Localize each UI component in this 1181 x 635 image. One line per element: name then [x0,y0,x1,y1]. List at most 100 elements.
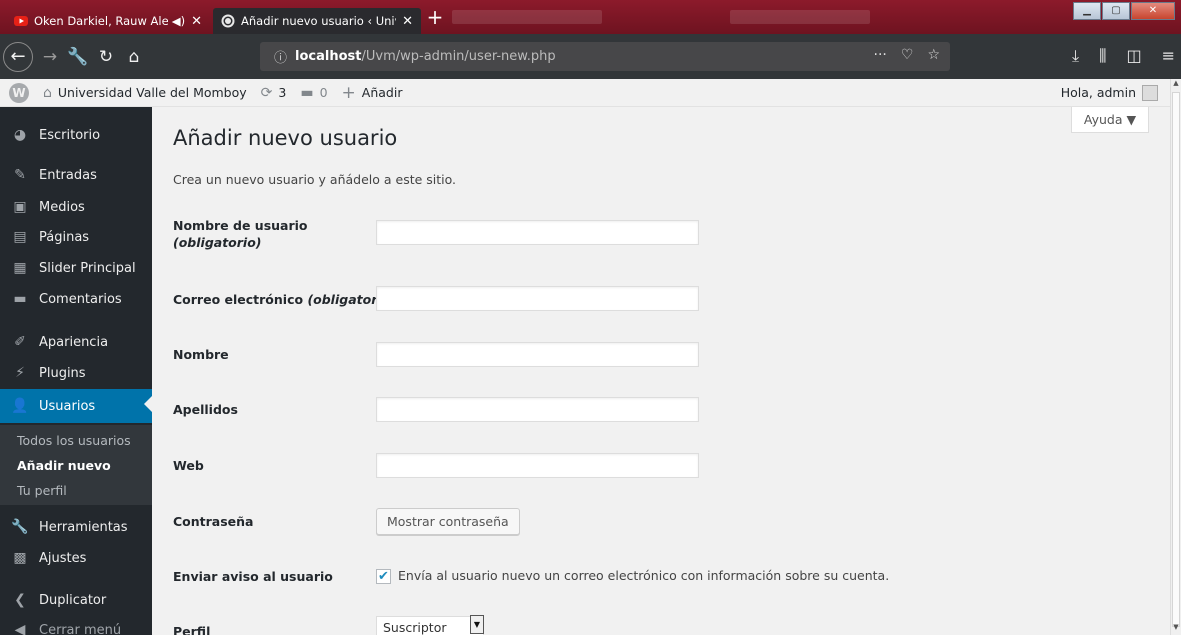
username-label: Nombre de usuario (obligatorio) [173,217,308,251]
admin-sidebar: ◕ Escritorio ✎ Entradas ▣ Medios ▤ Págin… [0,107,152,635]
reload-button[interactable]: ↻ [95,46,117,68]
comments-count: 0 [319,85,328,100]
page-actions-icon[interactable]: ··· [874,47,887,63]
tab-add-user[interactable]: Añadir nuevo usuario ‹ Univers ✕ [213,8,421,34]
bookmark-star-icon[interactable]: ☆ [927,47,940,63]
scrollbar-thumb[interactable] [1172,92,1180,627]
page-scrollbar[interactable]: ▲ ▼ [1170,79,1181,635]
sidebar-item-escritorio[interactable]: ◕ Escritorio [0,120,152,150]
tab-youtube[interactable]: Oken Darkiel, Rauw Alejand ◀) ✕ [6,8,210,34]
notify-user-checkbox-label[interactable]: Envía al usuario nuevo un correo electró… [398,568,889,583]
scroll-up-arrow-icon[interactable]: ▲ [1171,79,1181,91]
back-button[interactable]: ← [3,41,33,72]
sidebar-item-paginas[interactable]: ▤ Páginas [0,222,152,252]
comments-link[interactable]: ▬ 0 [300,85,327,101]
maximize-button[interactable]: ▢ [1102,2,1130,20]
new-content-label: Añadir [361,85,403,100]
scroll-down-arrow-icon[interactable]: ▼ [1171,623,1181,635]
menu-hamburger-icon[interactable]: ≡ [1162,46,1175,66]
chevron-down-icon[interactable]: ▼ [470,615,484,634]
role-select-value: Suscriptor [383,620,447,635]
dashboard-icon: ◕ [13,127,27,143]
wrench-icon[interactable]: 🔧 [67,46,89,68]
sidebar-item-label: Comentarios [39,291,122,307]
username-required-note: (obligatorio) [173,235,262,250]
new-content-link[interactable]: + Añadir [342,83,403,103]
collapse-icon: ◀ [14,622,26,635]
sidebar-item-plugins[interactable]: ⚡ Plugins [0,358,152,388]
download-icon[interactable]: ⤓ [1072,46,1079,66]
avatar [1142,84,1158,101]
sidebar-item-label: Apariencia [39,334,109,350]
new-tab-button[interactable]: + [424,6,446,30]
window-controls: ▁ ▢ ✕ [1072,2,1175,20]
duplicator-icon: ❮ [14,592,26,608]
sidebar-item-collapse[interactable]: ◀ Cerrar menú [0,615,152,635]
help-tab-button[interactable]: Ayuda ▼ [1071,107,1149,133]
sidebar-item-label: Herramientas [39,519,128,535]
site-name: Universidad Valle del Momboy [57,85,247,100]
page-title: Añadir nuevo usuario [173,126,398,150]
password-label: Contraseña [173,514,254,529]
submenu-item-add-new[interactable]: Añadir nuevo [17,458,111,473]
account-menu[interactable]: Hola, admin [1061,84,1158,101]
last-name-input[interactable] [376,397,699,422]
home-button[interactable]: ⌂ [123,46,145,68]
toolbar-right: ⤓ ⫼ ◫ ≡ [1072,46,1175,66]
sidebar-item-herramientas[interactable]: 🔧 Herramientas [0,512,152,542]
sidebar-item-label: Slider Principal [39,260,136,276]
sidebar-item-duplicator[interactable]: ❮ Duplicator [0,585,152,615]
updates-link[interactable]: ⟳ 3 [261,85,287,101]
updates-count: 3 [278,85,287,100]
username-input[interactable] [376,220,699,245]
users-submenu: Todos los usuarios Añadir nuevo Tu perfi… [0,425,152,505]
submenu-item-all-users[interactable]: Todos los usuarios [17,433,131,448]
tools-icon: 🔧 [11,519,29,535]
sidebar-item-slider[interactable]: ▦ Slider Principal [0,253,152,283]
address-bar[interactable]: ⓘ localhost /Uvm/wp-admin/user-new.php ·… [260,42,950,71]
submenu-item-your-profile[interactable]: Tu perfil [17,483,67,498]
sidebar-toggle-icon[interactable]: ◫ [1126,46,1141,66]
speaker-icon[interactable]: ◀) [172,14,185,28]
first-name-label: Nombre [173,347,229,362]
sidebar-item-label: Medios [39,199,85,215]
slider-icon: ▦ [13,260,27,276]
sidebar-item-label: Entradas [39,167,97,183]
role-label: Perfil [173,624,211,635]
sidebar-item-label: Duplicator [39,592,107,608]
close-tab-icon[interactable]: ✕ [191,14,202,29]
sidebar-item-entradas[interactable]: ✎ Entradas [0,160,152,190]
updates-icon: ⟳ [260,84,273,101]
role-select[interactable]: Suscriptor ▼ [376,615,484,635]
sidebar-item-medios[interactable]: ▣ Medios [0,192,152,222]
info-icon[interactable]: ⓘ [274,47,287,66]
sidebar-item-label: Ajustes [39,550,87,566]
tab-title: Oken Darkiel, Rauw Alejand [34,14,168,28]
close-window-button[interactable]: ✕ [1131,2,1175,20]
minimize-button[interactable]: ▁ [1073,2,1101,20]
library-icon[interactable]: ⫼ [1099,46,1106,66]
home-icon: ⌂ [43,84,52,101]
site-name-link[interactable]: ⌂ Universidad Valle del Momboy [43,85,247,101]
sidebar-item-label: Páginas [39,229,90,245]
url-host: localhost [295,49,362,64]
pocket-icon[interactable]: ♡ [901,47,914,63]
wordpress-logo-icon[interactable]: W [9,82,29,103]
close-tab-icon[interactable]: ✕ [402,14,413,29]
email-input[interactable] [376,286,699,311]
sidebar-item-label: Cerrar menú [39,622,122,635]
sidebar-item-apariencia[interactable]: ✐ Apariencia [0,327,152,357]
sidebar-item-label: Usuarios [39,398,96,414]
sidebar-item-usuarios[interactable]: 👤 Usuarios [0,389,152,423]
forward-button[interactable]: → [39,46,61,68]
notify-user-checkbox[interactable]: ✔ [376,569,391,584]
show-password-button[interactable]: Mostrar contraseña [376,508,520,535]
settings-icon: ▩ [13,550,27,566]
sidebar-item-comentarios[interactable]: ▬ Comentarios [0,284,152,314]
main-content: Ayuda ▼ Añadir nuevo usuario Crea un nue… [152,107,1170,635]
sidebar-item-ajustes[interactable]: ▩ Ajustes [0,543,152,573]
first-name-input[interactable] [376,342,699,367]
web-input[interactable] [376,453,699,478]
plus-icon: + [341,82,356,103]
url-path: /Uvm/wp-admin/user-new.php [361,49,556,64]
